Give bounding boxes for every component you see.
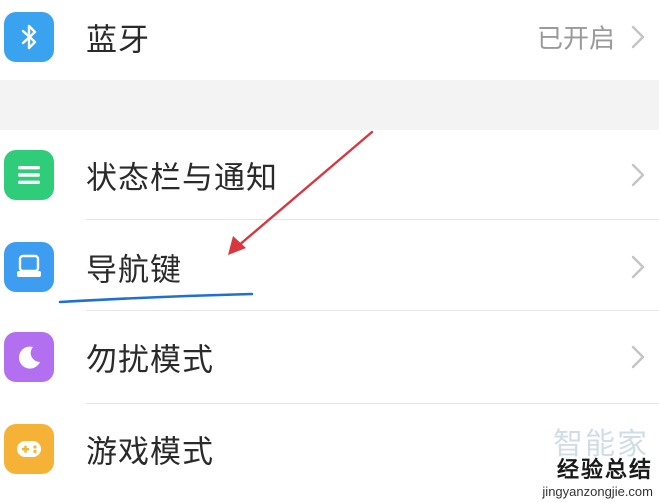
section-gap xyxy=(0,80,659,130)
moon-icon xyxy=(4,332,54,382)
gamepad-icon xyxy=(4,424,54,474)
bluetooth-status: 已开启 xyxy=(536,24,615,55)
watermark: 智能家 经验总结 jingyanzongjie.com xyxy=(542,428,653,499)
bluetooth-label: 蓝牙 xyxy=(86,22,150,59)
do-not-disturb-label: 勿扰模式 xyxy=(86,342,214,379)
divider xyxy=(86,310,659,311)
status-bar-icon xyxy=(4,150,54,200)
watermark-faint-text: 智能家 xyxy=(553,428,649,461)
status-bar-label: 状态栏与通知 xyxy=(86,160,278,197)
divider xyxy=(86,403,659,404)
game-mode-label: 游戏模式 xyxy=(86,434,214,471)
watermark-url: jingyanzongjie.com xyxy=(542,484,653,499)
bluetooth-icon xyxy=(4,12,54,62)
navigation-keys-label: 导航键 xyxy=(86,252,182,289)
chevron-right-icon xyxy=(631,255,645,279)
navigation-keys-icon xyxy=(4,242,54,292)
settings-item-status-bar[interactable]: 状态栏与通知 xyxy=(0,132,659,218)
divider xyxy=(86,219,659,220)
chevron-right-icon xyxy=(631,163,645,187)
settings-item-navigation-keys[interactable]: 导航键 xyxy=(0,224,659,310)
chevron-right-icon xyxy=(631,25,645,49)
chevron-right-icon xyxy=(631,345,645,369)
settings-item-do-not-disturb[interactable]: 勿扰模式 xyxy=(0,314,659,400)
settings-item-bluetooth[interactable]: 蓝牙 已开启 xyxy=(0,0,659,80)
